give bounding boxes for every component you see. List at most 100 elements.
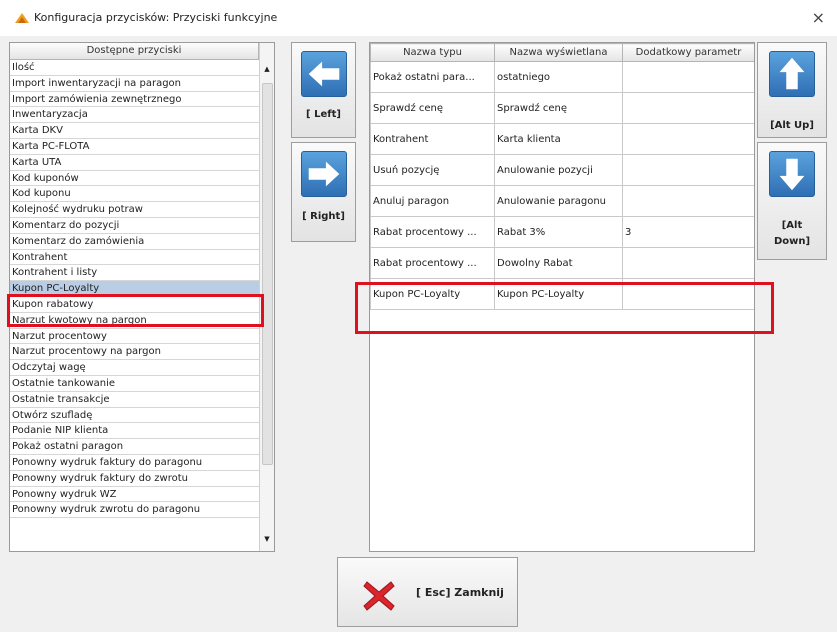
cell-type[interactable]: Anuluj paragon [370, 185, 495, 217]
list-item[interactable]: Ponowny wydruk WZ [10, 487, 259, 503]
cell-display-text: Dowolny Rabat [497, 257, 573, 269]
move-down-label-line2: Down] [773, 236, 811, 247]
list-item[interactable]: Karta PC-FLOTA [10, 139, 259, 155]
list-item[interactable]: Import zamówienia zewnętrznego [10, 92, 259, 108]
cell-display[interactable]: Dowolny Rabat [494, 247, 623, 279]
table-row[interactable]: Kontrahent Karta klienta [370, 123, 754, 155]
list-header: Dostępne przyciski [10, 43, 259, 60]
list-item[interactable]: Import inwentaryzacji na paragon [10, 76, 259, 92]
buttons-table: Nazwa typu Nazwa wyświetlana Dodatkowy p… [370, 43, 754, 310]
list-item[interactable]: Kod kuponu [10, 186, 259, 203]
move-up-label: [Alt Up] [770, 120, 814, 131]
scroll-thumb[interactable] [262, 83, 273, 465]
close-icon[interactable]: × [812, 8, 825, 27]
list-item[interactable]: Narzut procentowy na pargon [10, 344, 259, 361]
cell-param[interactable] [622, 185, 754, 217]
cell-param[interactable] [622, 92, 754, 124]
cell-param[interactable] [622, 61, 754, 93]
cell-type[interactable]: Rabat procentowy ... [370, 247, 495, 279]
move-down-label-line1: [Alt [781, 220, 803, 231]
cell-display-text: Anulowanie paragonu [497, 195, 607, 207]
table-row[interactable]: Usuń pozycję Anulowanie pozycji [370, 154, 754, 186]
list-item[interactable]: Kontrahent i listy [10, 265, 259, 282]
close-button-label: [ Esc] Zamknij [416, 586, 504, 599]
list-item[interactable]: Karta DKV [10, 123, 259, 139]
list-item[interactable]: Karta UTA [10, 155, 259, 171]
list-item[interactable]: Ilość [10, 60, 259, 76]
move-up-button[interactable]: [Alt Up] [757, 42, 827, 138]
cell-type[interactable]: Sprawdź cenę [370, 92, 495, 124]
cell-display[interactable]: Karta klienta [494, 123, 623, 155]
list-item[interactable]: Narzut procentowy [10, 329, 259, 345]
cell-type-text: Pokaż ostatni para... [373, 71, 475, 83]
move-right-label: [ Right] [302, 211, 345, 222]
cell-param[interactable] [622, 123, 754, 155]
cell-type-text: Anuluj paragon [373, 195, 450, 207]
cell-type-text: Rabat procentowy ... [373, 226, 477, 238]
list-item[interactable]: Kod kuponów [10, 171, 259, 187]
list-item[interactable]: Inwentaryzacja [10, 107, 259, 124]
cell-display[interactable]: Rabat 3% [494, 216, 623, 248]
list-item[interactable]: Pokaż ostatni paragon [10, 439, 259, 455]
cell-type-text: Kontrahent [373, 133, 429, 145]
move-left-button[interactable]: [ Left] [291, 42, 356, 138]
table-header-row: Nazwa typu Nazwa wyświetlana Dodatkowy p… [370, 43, 754, 62]
cell-display[interactable]: ostatniego [494, 61, 623, 93]
cell-type[interactable]: Rabat procentowy ... [370, 216, 495, 248]
cell-type-text: Usuń pozycję [373, 164, 440, 176]
cell-display-text: Sprawdź cenę [497, 102, 568, 114]
list-item[interactable]: Komentarz do zamówienia [10, 234, 259, 250]
list-item[interactable]: Odczytaj wagę [10, 360, 259, 376]
column-header-param[interactable]: Dodatkowy parametr [622, 43, 754, 62]
cell-display[interactable]: Sprawdź cenę [494, 92, 623, 124]
column-header-display[interactable]: Nazwa wyświetlana [494, 43, 623, 62]
cell-display-text: Karta klienta [497, 133, 561, 145]
table-row[interactable]: Sprawdź cenę Sprawdź cenę [370, 92, 754, 124]
list-item[interactable]: Ostatnie tankowanie [10, 376, 259, 392]
list-item[interactable]: Podanie NIP klienta [10, 423, 259, 440]
cell-type[interactable]: Kontrahent [370, 123, 495, 155]
column-header-type[interactable]: Nazwa typu [370, 43, 495, 62]
table-row[interactable]: Pokaż ostatni para... ostatniego [370, 61, 754, 93]
move-right-button[interactable]: [ Right] [291, 142, 356, 242]
cell-display-text: Rabat 3% [497, 226, 546, 238]
cell-param[interactable] [622, 154, 754, 186]
list-item[interactable]: Ostatnie transakcje [10, 392, 259, 408]
table-row[interactable]: Anuluj paragon Anulowanie paragonu [370, 185, 754, 217]
window-title: Konfiguracja przycisków: Przyciski funkc… [34, 11, 278, 24]
cell-display-text: ostatniego [497, 71, 551, 83]
close-button[interactable]: [ Esc] Zamknij [337, 557, 518, 627]
cell-type[interactable]: Usuń pozycję [370, 154, 495, 186]
table-row[interactable]: Rabat procentowy ... Dowolny Rabat [370, 247, 754, 279]
cell-type-text: Sprawdź cenę [373, 102, 444, 114]
cell-type-text: Rabat procentowy ... [373, 257, 477, 269]
title-bar: Konfiguracja przycisków: Przyciski funkc… [0, 0, 837, 36]
list-item[interactable]: Ponowny wydruk faktury do zwrotu [10, 471, 259, 487]
list-item[interactable]: Kontrahent [10, 250, 259, 266]
highlight-box-list [7, 294, 264, 327]
scroll-down-icon[interactable]: ▼ [262, 533, 272, 545]
arrow-left-icon [301, 51, 347, 97]
cell-param[interactable] [622, 247, 754, 279]
logo-icon [15, 13, 29, 23]
cell-display[interactable]: Anulowanie paragonu [494, 185, 623, 217]
cell-display[interactable]: Anulowanie pozycji [494, 154, 623, 186]
cell-param-text: 3 [625, 226, 632, 238]
list-item[interactable]: Kolejność wydruku potraw [10, 202, 259, 218]
red-x-icon [363, 581, 395, 611]
cell-type[interactable]: Pokaż ostatni para... [370, 61, 495, 93]
cell-param[interactable]: 3 [622, 216, 754, 248]
scroll-up-icon[interactable]: ▲ [262, 63, 272, 75]
move-left-label: [ Left] [306, 109, 341, 120]
list-item[interactable]: Ponowny wydruk zwrotu do paragonu [10, 502, 259, 519]
list-item[interactable]: Otwórz szufladę [10, 408, 259, 424]
arrow-up-icon [769, 51, 815, 97]
list-item[interactable]: Ponowny wydruk faktury do paragonu [10, 455, 259, 471]
highlight-box-table [355, 282, 774, 334]
list-item[interactable]: Komentarz do pozycji [10, 218, 259, 234]
table-row[interactable]: Rabat procentowy ... Rabat 3% 3 [370, 216, 754, 248]
move-down-button[interactable]: [Alt Down] [757, 142, 827, 260]
cell-display-text: Anulowanie pozycji [497, 164, 593, 176]
arrow-down-icon [769, 151, 815, 197]
arrow-right-icon [301, 151, 347, 197]
